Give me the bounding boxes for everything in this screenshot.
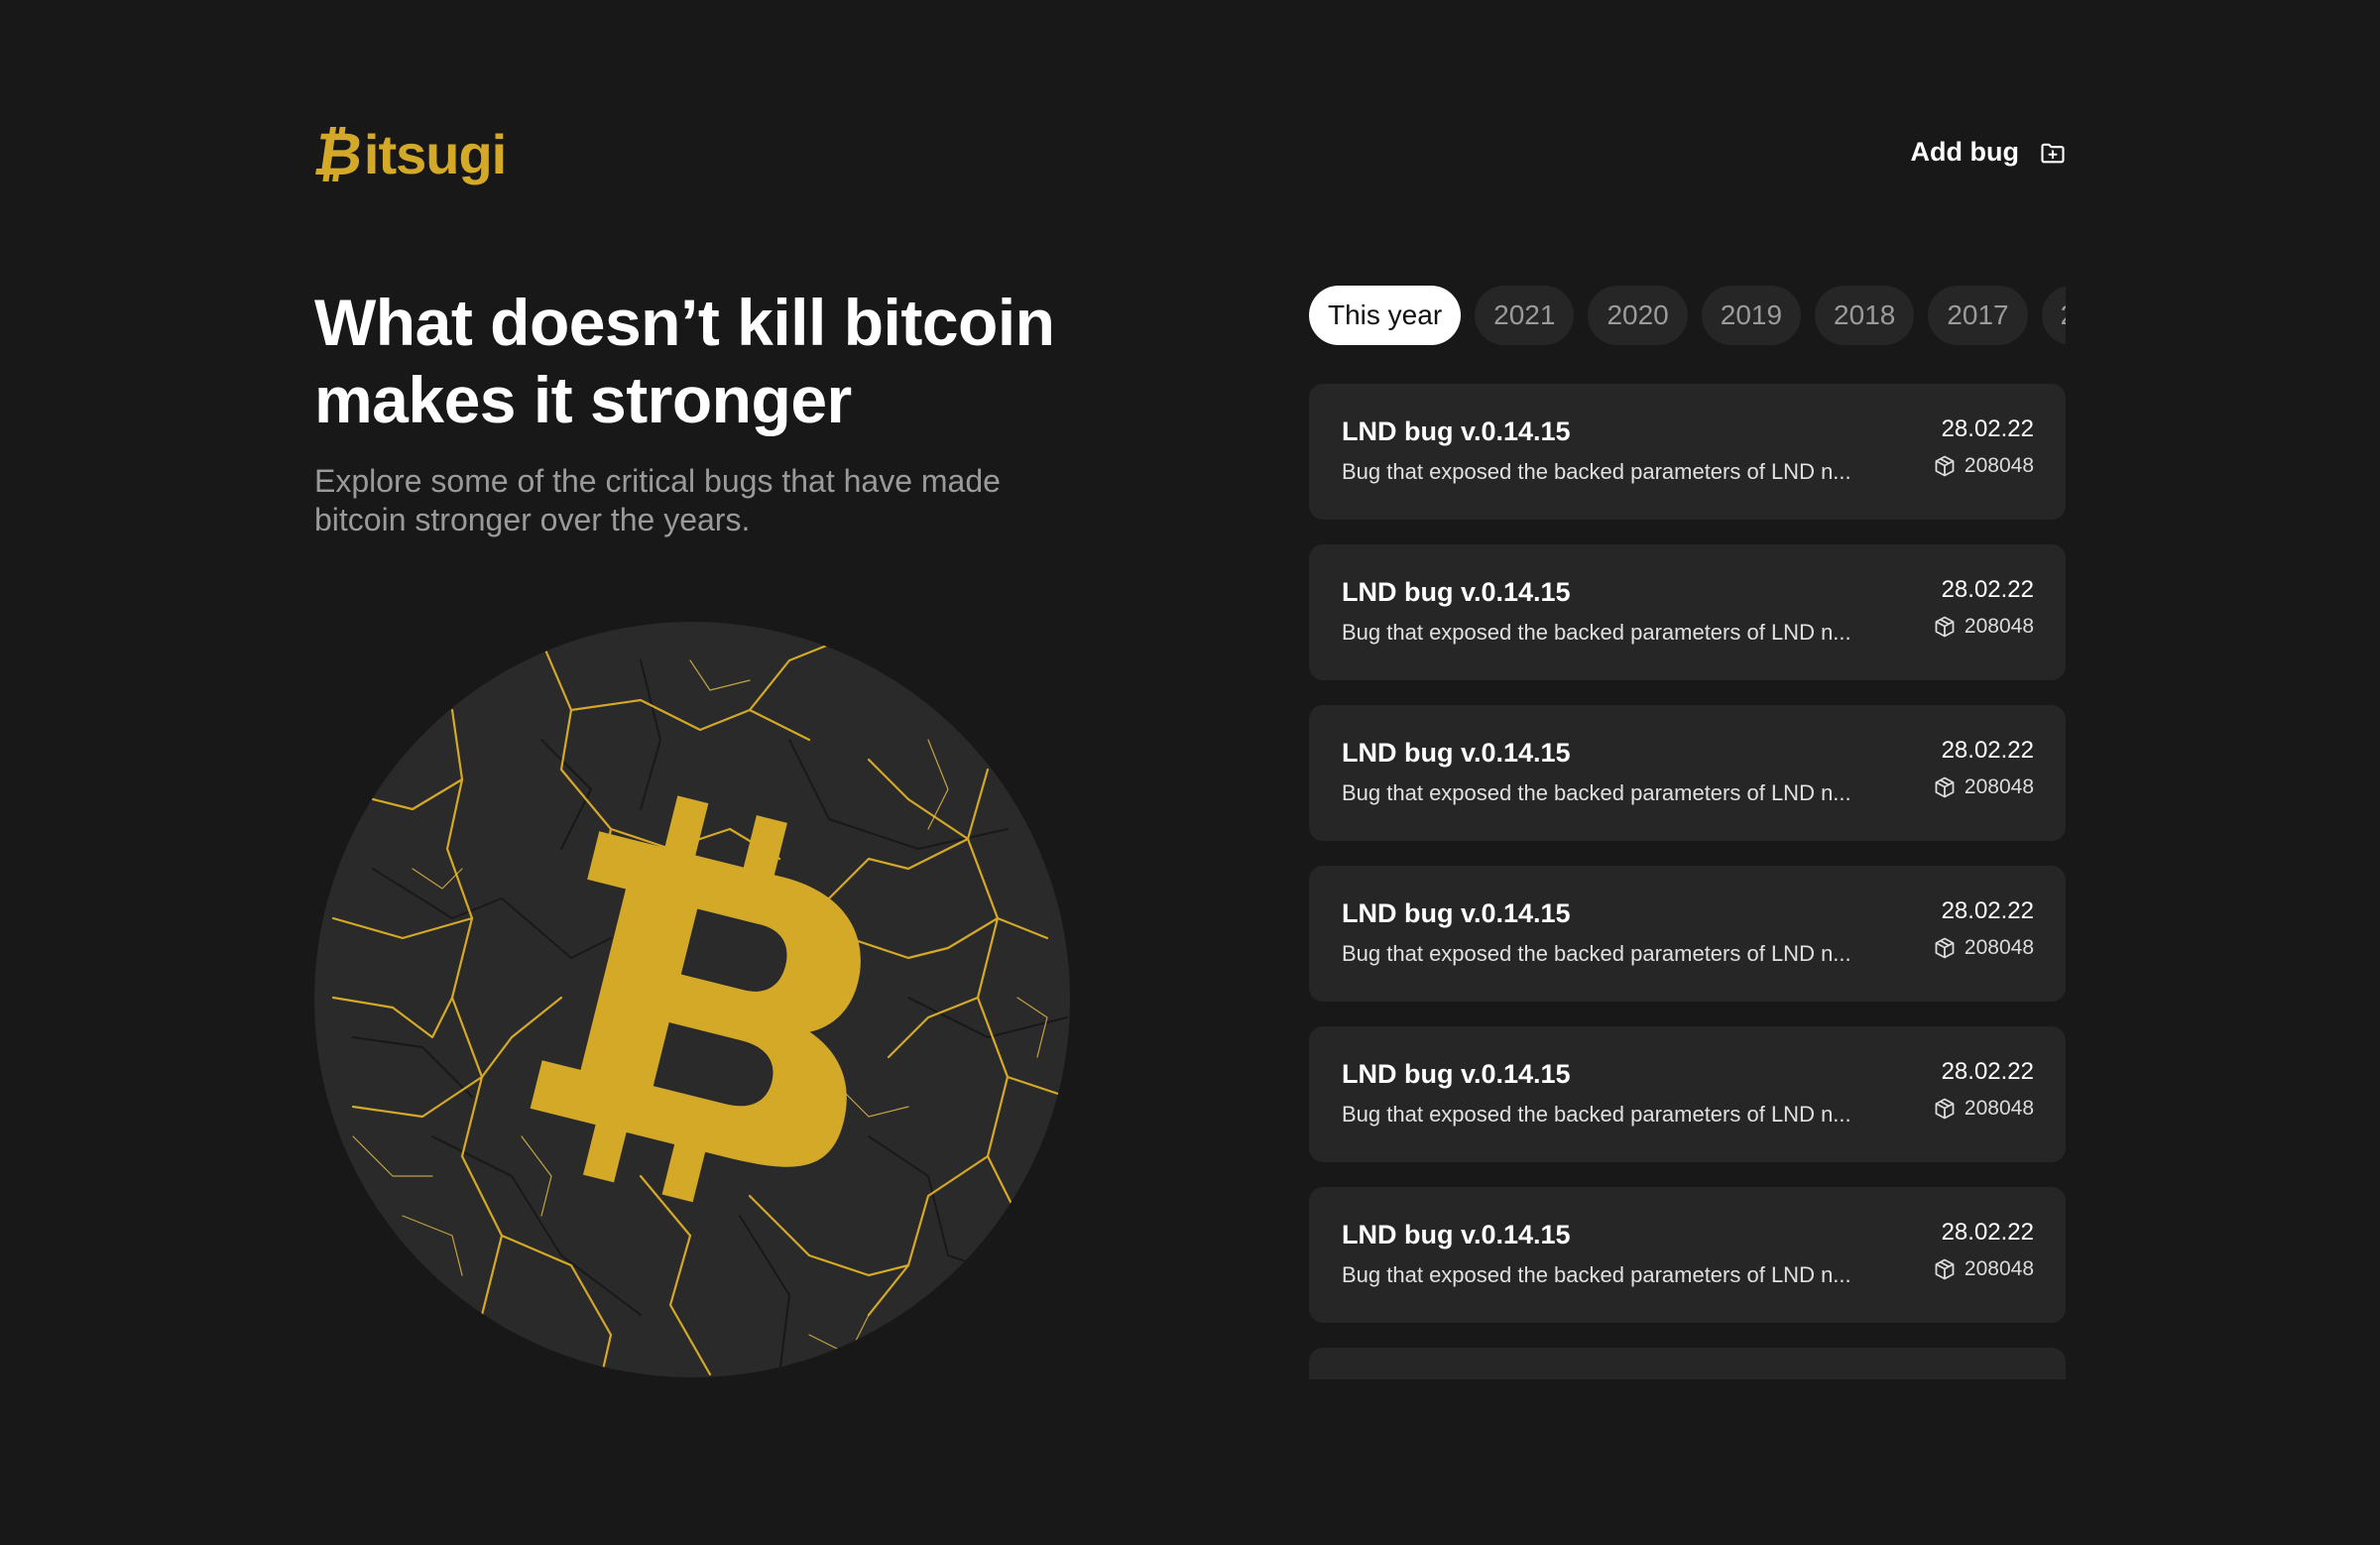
bug-date: 28.02.22	[1941, 1219, 2034, 1246]
bug-description: Bug that exposed the backed parameters o…	[1342, 941, 1851, 966]
bug-date: 28.02.22	[1941, 1058, 2034, 1085]
tab-this-year[interactable]: This year	[1309, 286, 1462, 345]
bug-description: Bug that exposed the backed parameters o…	[1342, 780, 1851, 805]
kintsugi-bitcoin-icon	[314, 622, 1070, 1377]
bug-description: Bug that exposed the backed parameters o…	[1342, 459, 1851, 484]
block-number: 208048	[1964, 936, 2034, 959]
bitsugi-logo[interactable]: ₿ itsugi	[309, 119, 507, 188]
cracked-bitcoin-illustration	[313, 621, 1071, 1378]
tab-2018[interactable]: 2018	[1815, 286, 1915, 345]
bug-title: LND bug v.0.14.15	[1342, 577, 1571, 607]
tab-2021[interactable]: 2021	[1475, 286, 1575, 345]
cube-icon	[1933, 936, 1957, 960]
tab-2019[interactable]: 2019	[1701, 286, 1802, 345]
cube-icon	[1933, 1257, 1957, 1281]
bug-date: 28.02.22	[1941, 897, 2034, 924]
tab-2017[interactable]: 2017	[1928, 286, 2028, 345]
block-number: 208048	[1964, 775, 2034, 798]
folder-plus-icon	[2039, 139, 2067, 167]
cube-icon	[1933, 454, 1957, 478]
block-number: 208048	[1964, 1097, 2034, 1120]
tab-2016[interactable]: 2016	[2041, 286, 2066, 345]
year-tabs: This year 2021 2020 2019 2018 2017 2016	[1309, 286, 2066, 347]
add-bug-button[interactable]: Add bug	[1911, 137, 2067, 168]
hero-title-line-1: What doesn’t kill bitcoin	[314, 286, 1055, 359]
bug-block-height: 208048	[1933, 1257, 2034, 1281]
hero-subtitle-line-2: bitcoin stronger over the years.	[314, 502, 751, 537]
bug-description: Bug that exposed the backed parameters o…	[1342, 1262, 1851, 1287]
add-bug-label: Add bug	[1910, 137, 2019, 167]
bug-description: Bug that exposed the backed parameters o…	[1342, 1102, 1851, 1127]
bug-block-height: 208048	[1933, 615, 2034, 639]
bug-title: LND bug v.0.14.15	[1342, 416, 1571, 446]
bug-card-partial[interactable]	[1309, 1348, 2066, 1379]
bug-list[interactable]: LND bug v.0.14.15 Bug that exposed the b…	[1309, 384, 2066, 1379]
bug-title: LND bug v.0.14.15	[1342, 1220, 1571, 1249]
bug-card[interactable]: LND bug v.0.14.15 Bug that exposed the b…	[1309, 384, 2066, 520]
bug-card[interactable]: LND bug v.0.14.15 Bug that exposed the b…	[1309, 1026, 2066, 1162]
hero-subtitle-line-1: Explore some of the critical bugs that h…	[314, 463, 1001, 499]
bug-block-height: 208048	[1933, 454, 2034, 478]
cube-icon	[1933, 775, 1957, 799]
hero-title: What doesn’t kill bitcoin makes it stron…	[314, 284, 1108, 438]
bug-title: LND bug v.0.14.15	[1342, 738, 1571, 768]
hero-title-line-2: makes it stronger	[314, 363, 852, 436]
bug-card[interactable]: LND bug v.0.14.15 Bug that exposed the b…	[1309, 866, 2066, 1002]
cube-icon	[1933, 1097, 1957, 1121]
bug-card[interactable]: LND bug v.0.14.15 Bug that exposed the b…	[1309, 705, 2066, 841]
bitcoin-logo-glyph: ₿	[309, 120, 367, 187]
bug-date: 28.02.22	[1941, 737, 2034, 764]
bug-description: Bug that exposed the backed parameters o…	[1342, 620, 1851, 645]
bug-card[interactable]: LND bug v.0.14.15 Bug that exposed the b…	[1309, 1187, 2066, 1323]
bug-block-height: 208048	[1933, 775, 2034, 799]
block-number: 208048	[1964, 454, 2034, 477]
tab-2020[interactable]: 2020	[1588, 286, 1688, 345]
block-number: 208048	[1964, 615, 2034, 638]
bug-title: LND bug v.0.14.15	[1342, 1059, 1571, 1089]
bug-title: LND bug v.0.14.15	[1342, 898, 1571, 928]
bug-block-height: 208048	[1933, 1097, 2034, 1121]
bug-date: 28.02.22	[1941, 416, 2034, 442]
bug-date: 28.02.22	[1941, 576, 2034, 603]
bug-block-height: 208048	[1933, 936, 2034, 960]
logo-text: itsugi	[363, 122, 507, 185]
bug-card[interactable]: LND bug v.0.14.15 Bug that exposed the b…	[1309, 544, 2066, 680]
cube-icon	[1933, 615, 1957, 639]
block-number: 208048	[1964, 1257, 2034, 1280]
hero-subtitle: Explore some of the critical bugs that h…	[314, 462, 1028, 539]
page: ₿ itsugi Add bug What doesn’t kill bitcoi…	[0, 0, 2380, 1545]
